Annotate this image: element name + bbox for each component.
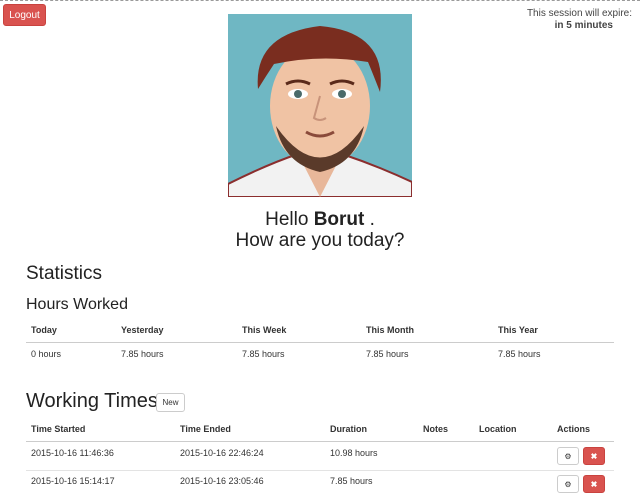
greeting: Hello Borut . How are you today? [0,209,640,251]
stats-value-month: 7.85 hours [366,349,409,359]
wt-header-actions: Actions [557,424,591,434]
delete-button[interactable]: ✖ [583,447,605,465]
session-time: in 5 minutes [554,20,613,31]
new-working-time-button[interactable]: New [156,393,185,412]
wt-header-notes: Notes [423,424,449,434]
wt-header-started: Time Started [31,424,86,434]
stats-header-yesterday: Yesterday [121,325,164,335]
stats-value-week: 7.85 hours [242,349,285,359]
close-icon: ✖ [590,452,598,461]
avatar [228,14,412,197]
stats-header-today: Today [31,325,57,335]
edit-button[interactable]: ⚙ [557,447,579,465]
greeting-hello: Hello [265,209,309,230]
wt-header-duration: Duration [330,424,367,434]
logout-button[interactable]: Logout [3,4,46,26]
gear-icon: ⚙ [564,480,572,489]
statistics-title: Statistics [26,263,103,284]
stats-header-year: This Year [498,325,538,335]
stats-value-year: 7.85 hours [498,349,541,359]
row-ended: 2015-10-16 23:05:46 [180,476,264,486]
row-duration: 7.85 hours [330,476,373,486]
gear-icon: ⚙ [564,452,572,461]
delete-button[interactable]: ✖ [583,475,605,493]
close-icon: ✖ [590,480,598,489]
stats-header-week: This Week [242,325,287,335]
row-started: 2015-10-16 11:46:36 [31,448,114,458]
edit-button[interactable]: ⚙ [557,475,579,493]
row-ended: 2015-10-16 22:46:24 [180,448,264,458]
hours-worked-title: Hours Worked [26,296,128,313]
greeting-suffix: . [364,209,375,230]
wt-header-divider [26,441,614,442]
user-name: Borut [313,209,365,230]
row-divider [26,470,614,471]
row-duration: 10.98 hours [330,448,378,458]
stats-value-yesterday: 7.85 hours [121,349,164,359]
greeting-question: How are you today? [235,230,405,251]
row-started: 2015-10-16 15:14:17 [31,476,115,486]
stats-value-today: 0 hours [31,349,62,359]
session-expiry: This session will expire: in 5 minutes [527,8,632,32]
wt-header-location: Location [479,424,517,434]
stats-header-divider [26,342,614,343]
session-label: This session will expire: [526,8,632,19]
wt-header-ended: Time Ended [180,424,231,434]
working-times-title: Working Times [26,390,158,412]
stats-header-month: This Month [366,325,414,335]
